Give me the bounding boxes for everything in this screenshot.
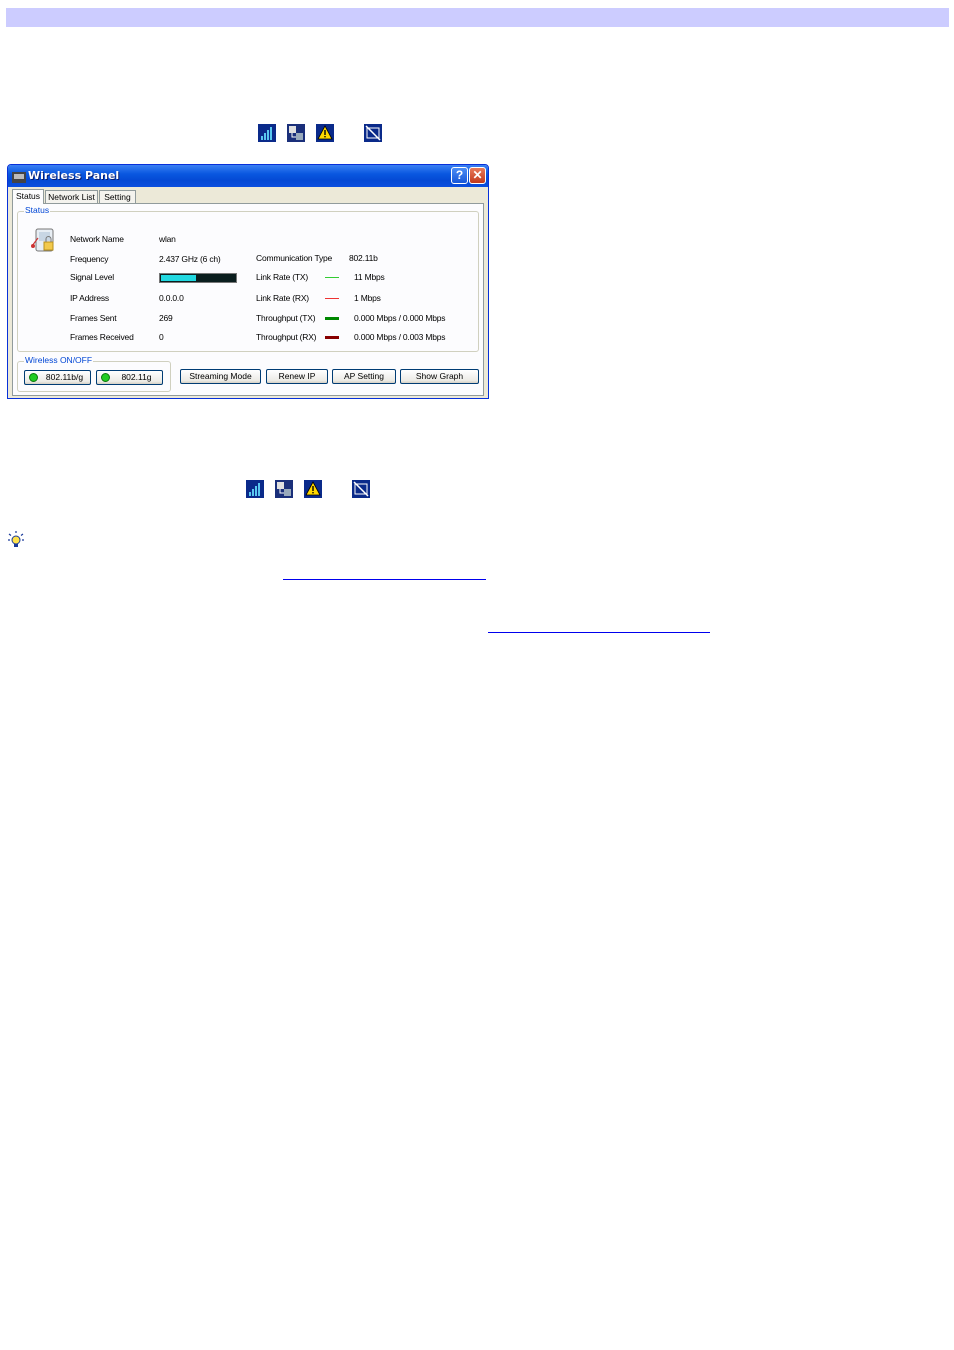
- signal-strength-icon: [258, 124, 276, 142]
- warning-icon: [316, 124, 334, 142]
- link-rate-rx-value: 1 Mbps: [354, 293, 381, 303]
- related-link-2[interactable]: [488, 632, 710, 633]
- help-button[interactable]: ?: [451, 167, 468, 184]
- ip-address-value: 0.0.0.0: [159, 293, 184, 303]
- throughput-tx-value: 0.000 Mbps / 0.000 Mbps: [354, 313, 446, 323]
- header-bar: [6, 8, 949, 27]
- throughput-rx-line: [325, 336, 339, 339]
- app-window-icon: [12, 170, 26, 183]
- tab-network-list[interactable]: Network List: [45, 190, 98, 203]
- wireless-onoff-groupbox: Wireless ON/OFF 802.11b/g 802.11g: [17, 355, 171, 392]
- communication-type-value: 802.11b: [349, 253, 378, 263]
- signal-level-fill: [161, 275, 196, 281]
- related-link-1[interactable]: [283, 579, 486, 580]
- disconnected-icon: [364, 124, 382, 142]
- status-led-icon: [29, 373, 38, 382]
- wireless-panel-window: Wireless Panel ? ✕ Status Network List S…: [7, 164, 489, 399]
- link-rate-tx-line: [325, 277, 339, 278]
- signal-level-label: Signal Level: [70, 272, 114, 282]
- ip-address-label: IP Address: [70, 293, 109, 303]
- network-connect-icon: [275, 480, 293, 498]
- status-groupbox: Status Network Name wlan Frequency 2.437…: [17, 205, 479, 352]
- status-tab-panel: Status Network Name wlan Frequency 2.437…: [12, 203, 484, 396]
- disconnected-icon: [352, 480, 370, 498]
- tab-status[interactable]: Status: [12, 189, 44, 204]
- wireless-80211bg-button[interactable]: 802.11b/g: [24, 370, 91, 385]
- network-name-label: Network Name: [70, 234, 124, 244]
- wireless-80211g-button[interactable]: 802.11g: [96, 370, 163, 385]
- frequency-value: 2.437 GHz (6 ch): [159, 254, 221, 264]
- wireless-onoff-legend: Wireless ON/OFF: [24, 355, 94, 365]
- frames-sent-value: 269: [159, 313, 173, 323]
- wireless-80211bg-label: 802.11b/g: [45, 372, 84, 382]
- frames-received-value: 0: [159, 332, 164, 342]
- warning-icon: [304, 480, 322, 498]
- link-rate-rx-line: [325, 298, 339, 299]
- communication-type-label: Communication Type: [256, 253, 333, 263]
- throughput-tx-label: Throughput (TX): [256, 313, 316, 323]
- network-lock-icon: [30, 228, 56, 254]
- throughput-tx-line: [325, 317, 339, 320]
- hint-lightbulb-icon: [7, 530, 25, 550]
- throughput-rx-value: 0.000 Mbps / 0.003 Mbps: [354, 332, 446, 342]
- show-graph-button[interactable]: Show Graph: [400, 369, 479, 384]
- network-name-value: wlan: [159, 234, 176, 244]
- streaming-mode-button[interactable]: Streaming Mode: [180, 369, 261, 384]
- window-title: Wireless Panel: [28, 169, 120, 182]
- link-rate-tx-value: 11 Mbps: [354, 272, 385, 282]
- link-rate-rx-label: Link Rate (RX): [256, 293, 309, 303]
- status-group-legend: Status: [24, 205, 51, 215]
- link-rate-tx-label: Link Rate (TX): [256, 272, 308, 282]
- title-bar[interactable]: Wireless Panel ? ✕: [8, 165, 488, 187]
- frames-sent-label: Frames Sent: [70, 313, 117, 323]
- status-led-icon: [101, 373, 110, 382]
- network-connect-icon: [287, 124, 305, 142]
- renew-ip-button[interactable]: Renew IP: [266, 369, 328, 384]
- frequency-label: Frequency: [70, 254, 109, 264]
- throughput-rx-label: Throughput (RX): [256, 332, 317, 342]
- wireless-80211g-label: 802.11g: [121, 372, 152, 382]
- signal-level-meter: [159, 273, 237, 283]
- ap-setting-button[interactable]: AP Setting: [332, 369, 396, 384]
- signal-strength-icon: [246, 480, 264, 498]
- frames-received-label: Frames Received: [70, 332, 134, 342]
- status-icon-row-2: [246, 480, 376, 500]
- tab-setting[interactable]: Setting: [99, 190, 136, 203]
- status-icon-row: [258, 124, 388, 144]
- close-button[interactable]: ✕: [469, 167, 486, 184]
